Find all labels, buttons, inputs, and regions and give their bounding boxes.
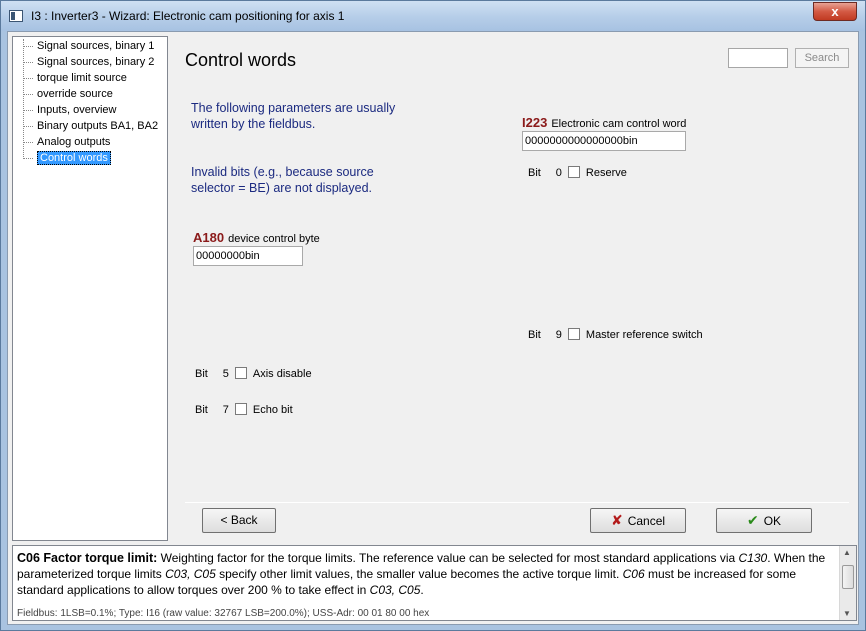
description-cut-line: Fieldbus: 1LSB=0.1%; Type: I16 (raw valu… [17,608,430,619]
description-scrollbar[interactable]: ▲ ▼ [839,546,856,620]
fieldbus-info-text: The following parameters are usually wri… [191,101,396,131]
tree-item-analog-outputs[interactable]: Analog outputs [23,135,110,151]
search-button[interactable]: Search [795,48,849,68]
cancel-button[interactable]: ✘ Cancel [590,508,686,533]
search-input[interactable] [728,48,788,68]
window-title: I3 : Inverter3 - Wizard: Electronic cam … [31,9,345,23]
echo-bit-label: Echo bit [252,404,293,416]
param-i223-name: Electronic cam control word [551,118,687,130]
tree-item-binary-outputs[interactable]: Binary outputs BA1, BA2 [23,119,158,135]
button-separator [185,502,849,503]
bit-row-i223-9: Bit 9 Master reference switch [528,328,703,341]
navigation-tree: Signal sources, binary 1 Signal sources,… [12,36,168,541]
page-title: Control words [185,50,297,70]
main-panel: Control words Search The following param… [171,36,857,541]
parameter-description-text: C06 Factor torque limit: Weighting facto… [17,551,826,597]
param-a180-name: device control byte [228,233,320,245]
window-app-icon [9,10,23,22]
scroll-thumb[interactable] [842,565,854,589]
tree-item-override-source[interactable]: override source [23,87,113,103]
axis-disable-checkbox[interactable] [234,367,247,379]
cancel-x-icon: ✘ [610,512,623,528]
close-button[interactable]: x [813,2,857,21]
master-reference-switch-checkbox[interactable] [567,328,580,340]
invalid-bits-info-text: Invalid bits (e.g., because source selec… [191,165,374,195]
param-a180-title: A180 device control byte [193,230,320,245]
window-client-area: Signal sources, binary 1 Signal sources,… [7,31,859,625]
parameter-description-panel[interactable]: C06 Factor torque limit: Weighting facto… [12,545,857,621]
bit-row-a180-5: Bit 5 Axis disable [195,367,312,380]
title-bar[interactable]: I3 : Inverter3 - Wizard: Electronic cam … [1,1,865,31]
tree-item-signal-sources-binary-2[interactable]: Signal sources, binary 2 [23,55,154,71]
axis-disable-label: Axis disable [252,368,312,380]
back-button[interactable]: < Back [202,508,276,533]
tree-item-inputs-overview[interactable]: Inputs, overview [23,103,116,119]
tree-item-control-words[interactable]: Control words [23,151,111,167]
param-a180-code: A180 [193,230,225,245]
param-i223-code: I223 [522,115,548,130]
param-a180-value-field[interactable]: 00000000bin [193,246,303,266]
param-i223-value-field[interactable]: 0000000000000000bin [522,131,686,151]
ok-checkmark-icon: ✔ [746,512,759,528]
echo-bit-checkbox[interactable] [234,403,247,415]
ok-button[interactable]: ✔ OK [716,508,812,533]
tree-item-torque-limit-source[interactable]: torque limit source [23,71,127,87]
master-reference-switch-label: Master reference switch [585,329,703,341]
param-i223-title: I223 Electronic cam control word [522,115,686,130]
scroll-down-arrow-icon[interactable]: ▼ [843,609,851,618]
reserve-label: Reserve [585,167,627,179]
wizard-window: I3 : Inverter3 - Wizard: Electronic cam … [0,0,866,631]
tree-item-signal-sources-binary-1[interactable]: Signal sources, binary 1 [23,39,154,55]
scroll-up-arrow-icon[interactable]: ▲ [843,548,851,557]
bit-row-i223-0: Bit 0 Reserve [528,166,627,179]
reserve-checkbox[interactable] [567,166,580,178]
bit-row-a180-7: Bit 7 Echo bit [195,403,293,416]
